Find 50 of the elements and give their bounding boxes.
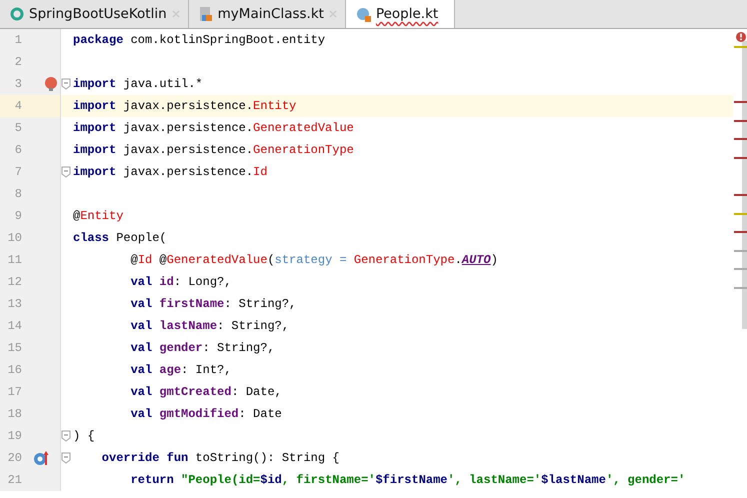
code-line: import javax.persistence.Id: [73, 165, 268, 179]
line-number: 6: [14, 143, 22, 157]
code-line: import javax.persistence.Entity: [73, 99, 296, 113]
bulb-icon[interactable]: [44, 76, 58, 92]
line-number: 13: [6, 297, 22, 311]
line-number: 16: [6, 363, 22, 377]
code-line: val id: Long?,: [130, 275, 232, 289]
line-number: 10: [6, 231, 22, 245]
code-line: val gender: String?,: [130, 341, 275, 355]
code-line: import java.util.*: [73, 77, 203, 91]
code-line: ) {: [73, 429, 95, 443]
code-line: val gmtCreated: Date,: [130, 385, 282, 399]
code-line: class People(: [73, 231, 167, 245]
fold-icon[interactable]: [61, 166, 71, 178]
editor-tab[interactable]: People.kt: [346, 0, 456, 28]
line-number: 2: [14, 55, 22, 69]
code-line: import javax.persistence.GeneratedValue: [73, 121, 354, 135]
class-icon: [356, 6, 371, 22]
line-number: 20: [6, 451, 22, 465]
line-number: 8: [14, 187, 22, 201]
line-number: 5: [14, 121, 22, 135]
fold-icon[interactable]: [61, 430, 71, 442]
line-number: 4: [14, 99, 22, 113]
code-line: val firstName: String?,: [130, 297, 296, 311]
fold-icon[interactable]: [61, 78, 71, 90]
code-line: override fun toString(): String {: [100, 451, 340, 465]
line-number: 3: [14, 77, 22, 91]
code-line: val age: Int?,: [130, 363, 232, 377]
code-line: val gmtModified: Date: [130, 407, 282, 421]
code-line: @Entity: [73, 209, 124, 223]
line-number: 9: [14, 209, 22, 223]
line-number: 17: [6, 385, 22, 399]
code-line: package com.kotlinSpringBoot.entity: [73, 33, 326, 47]
ring-icon: [10, 7, 24, 21]
line-number: 12: [6, 275, 22, 289]
fold-icon[interactable]: [61, 452, 71, 464]
line-number: 14: [6, 319, 22, 333]
line-number: 15: [6, 341, 22, 355]
code-line: @Id @GeneratedValue(strategy = GenerationType.AUTO): [130, 253, 498, 267]
line-number: 1: [14, 33, 22, 47]
file-icon: [198, 6, 213, 22]
override-icon[interactable]: [33, 450, 49, 466]
code-line: import javax.persistence.GenerationType: [73, 143, 354, 157]
code-line: return "People(id=$id, firstName='$firstName', lastName='$lastName', gender=': [130, 473, 686, 487]
line-number: 19: [6, 429, 22, 443]
code-line: val lastName: String?,: [130, 319, 290, 333]
line-number: 7: [14, 165, 22, 179]
line-number: 18: [6, 407, 22, 421]
line-number: 21: [6, 473, 22, 487]
line-number: 11: [6, 253, 22, 267]
